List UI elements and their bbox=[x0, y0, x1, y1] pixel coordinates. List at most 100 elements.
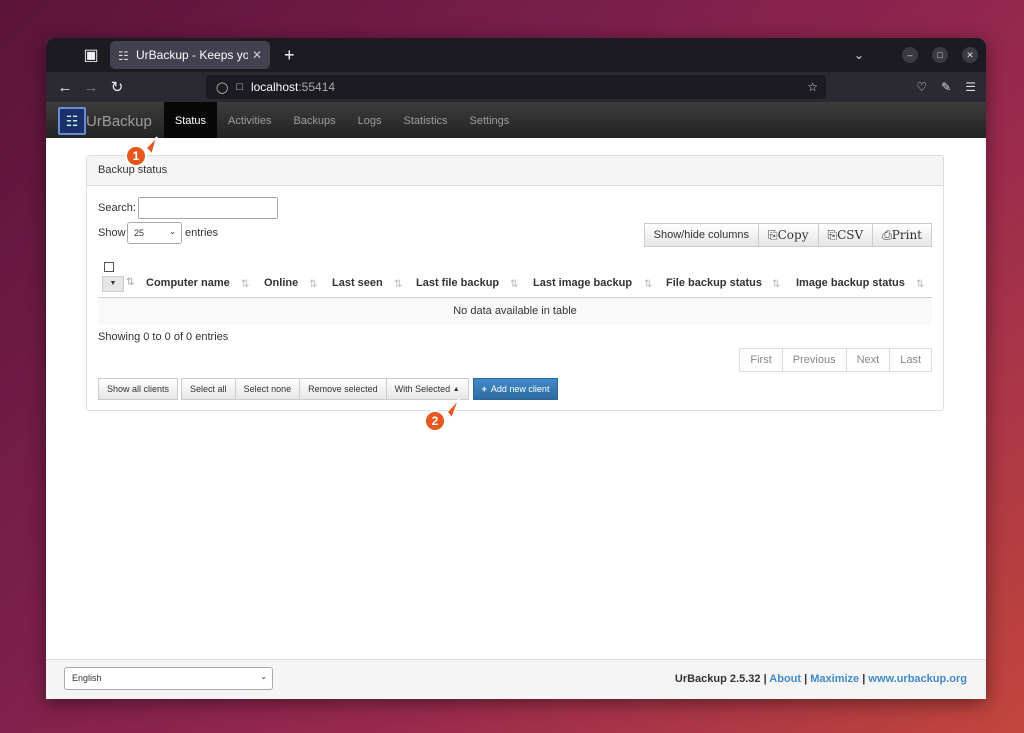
page-content: Backup status Search: Show 25 ⌄ entries … bbox=[46, 138, 986, 659]
maximize-link[interactable]: Maximize bbox=[810, 673, 859, 685]
add-client-label: Add new client bbox=[490, 384, 550, 394]
entries-label: entries bbox=[185, 227, 219, 239]
page-first-button[interactable]: First bbox=[739, 348, 783, 372]
footer: English ⌄ UrBackup 2.5.32 | About | Maxi… bbox=[46, 659, 986, 699]
print-button[interactable]: ⎙ Print bbox=[872, 223, 932, 247]
callout-marker-2: 2 bbox=[424, 410, 446, 432]
select-all-checkbox[interactable] bbox=[104, 262, 114, 272]
url-port: :55414 bbox=[298, 80, 336, 94]
nav-settings[interactable]: Settings bbox=[459, 102, 521, 140]
copy-button[interactable]: ⎘ Copy bbox=[758, 223, 819, 247]
database-icon: ☷ bbox=[118, 49, 129, 63]
plus-icon: + bbox=[481, 384, 487, 394]
csv-button[interactable]: ⎘ CSV bbox=[817, 223, 874, 247]
tab-list-icon[interactable]: ▣ bbox=[76, 40, 106, 70]
shield-icon: ◯ bbox=[216, 81, 229, 94]
tab-bar: ▣ ☷ UrBackup - Keeps your d ✕ + ⌄ – □ ✕ bbox=[46, 38, 986, 72]
select-all-button[interactable]: Select all bbox=[181, 378, 236, 400]
menu-icon[interactable]: ☰ bbox=[965, 80, 976, 94]
show-hide-columns-button[interactable]: Show/hide columns bbox=[643, 223, 760, 247]
printer-icon: ⎙ bbox=[882, 227, 892, 242]
browser-tab[interactable]: ☷ UrBackup - Keeps your d ✕ bbox=[110, 41, 270, 69]
table-info: Showing 0 to 0 of 0 entries bbox=[98, 331, 229, 343]
page-icon: □ bbox=[236, 81, 243, 93]
with-selected-label: With Selected bbox=[394, 384, 451, 394]
minimize-icon[interactable]: – bbox=[902, 47, 918, 63]
sort-icon[interactable]: ⇅ bbox=[241, 279, 249, 290]
show-label: Show bbox=[98, 227, 126, 239]
copy-icon: ⎘ bbox=[768, 227, 778, 242]
col-last-image-backup[interactable]: Last image backup bbox=[533, 277, 632, 289]
sort-icon[interactable]: ⇅ bbox=[916, 279, 924, 290]
brand[interactable]: ☷ UrBackup bbox=[46, 102, 164, 140]
sort-icon[interactable]: ⇅ bbox=[644, 279, 652, 290]
reload-icon[interactable]: ↻ bbox=[104, 78, 130, 96]
remove-selected-button[interactable]: Remove selected bbox=[299, 378, 387, 400]
caret-down-icon[interactable]: ▼ bbox=[102, 276, 124, 292]
brand-name: UrBackup bbox=[86, 112, 152, 130]
language-select[interactable]: English ⌄ bbox=[64, 667, 273, 690]
sort-icon[interactable]: ⇅ bbox=[510, 279, 518, 290]
nav-backups[interactable]: Backups bbox=[282, 102, 346, 140]
about-link[interactable]: About bbox=[769, 673, 801, 685]
backup-status-panel: Backup status Search: Show 25 ⌄ entries … bbox=[86, 155, 944, 411]
col-computer-name[interactable]: Computer name bbox=[146, 277, 230, 289]
show-all-clients-button[interactable]: Show all clients bbox=[98, 378, 179, 400]
chevron-down-icon[interactable]: ⌄ bbox=[854, 48, 864, 62]
back-icon[interactable]: ← bbox=[52, 79, 78, 96]
page-last-button[interactable]: Last bbox=[889, 348, 932, 372]
forward-icon[interactable]: → bbox=[78, 79, 104, 96]
nav-statistics[interactable]: Statistics bbox=[393, 102, 459, 140]
with-selected-button[interactable]: With Selected ▲ bbox=[385, 378, 469, 400]
tab-close-icon[interactable]: ✕ bbox=[252, 48, 262, 62]
pocket-icon[interactable]: ♡ bbox=[916, 80, 927, 94]
client-actions: Show all clients Select all Select none … bbox=[98, 378, 559, 400]
caret-up-icon: ▲ bbox=[452, 385, 460, 393]
sort-icon[interactable]: ⇅ bbox=[126, 277, 134, 288]
select-none-button[interactable]: Select none bbox=[234, 378, 301, 400]
app-navbar: ☷ UrBackup Status Activities Backups Log… bbox=[46, 102, 986, 140]
entries-select[interactable]: 25 ⌄ bbox=[127, 222, 182, 244]
separator: | bbox=[862, 673, 866, 685]
entries-value: 25 bbox=[134, 228, 145, 238]
col-image-backup-status[interactable]: Image backup status bbox=[796, 277, 905, 289]
maximize-icon[interactable]: □ bbox=[932, 47, 948, 63]
url-host: localhost bbox=[250, 80, 299, 94]
website-link[interactable]: www.urbackup.org bbox=[868, 673, 967, 685]
extensions-icon[interactable]: ✎ bbox=[941, 80, 951, 94]
language-value: English bbox=[72, 673, 102, 683]
browser-window: ▣ ☷ UrBackup - Keeps your d ✕ + ⌄ – □ ✕ … bbox=[46, 38, 986, 699]
new-tab-icon[interactable]: + bbox=[284, 45, 295, 66]
separator: | bbox=[763, 673, 767, 685]
add-new-client-button[interactable]: + Add new client bbox=[472, 378, 559, 400]
sort-icon[interactable]: ⇅ bbox=[394, 279, 402, 290]
table-header: ▼ ⇅ Computer name ⇅ Online ⇅ Last seen ⇅… bbox=[98, 262, 932, 298]
nav-logs[interactable]: Logs bbox=[347, 102, 393, 140]
col-last-file-backup[interactable]: Last file backup bbox=[416, 277, 499, 289]
nav-activities[interactable]: Activities bbox=[217, 102, 282, 140]
sort-icon[interactable]: ⇅ bbox=[772, 279, 780, 290]
callout-marker-1: 1 bbox=[125, 145, 147, 167]
page-next-button[interactable]: Next bbox=[845, 348, 891, 372]
col-file-backup-status[interactable]: File backup status bbox=[666, 277, 762, 289]
footer-links: UrBackup 2.5.32 | About | Maximize | www… bbox=[675, 673, 967, 685]
url-bar[interactable]: ◯ □ localhost:55414 ☆ bbox=[206, 75, 826, 99]
chevron-down-icon: ⌄ bbox=[169, 227, 176, 236]
col-last-seen[interactable]: Last seen bbox=[332, 277, 383, 289]
copy-label: Copy bbox=[777, 228, 809, 242]
search-input[interactable] bbox=[138, 197, 278, 219]
csv-label: CSV bbox=[837, 228, 864, 242]
close-window-icon[interactable]: ✕ bbox=[962, 47, 978, 63]
pagination: First Previous Next Last bbox=[739, 348, 932, 372]
page-previous-button[interactable]: Previous bbox=[781, 348, 847, 372]
col-online[interactable]: Online bbox=[264, 277, 298, 289]
version-text: UrBackup 2.5.32 bbox=[674, 673, 761, 685]
empty-table-message: No data available in table bbox=[98, 298, 932, 325]
sort-icon[interactable]: ⇅ bbox=[309, 279, 317, 290]
search-label: Search: bbox=[98, 202, 136, 214]
print-label: Print bbox=[891, 228, 922, 242]
bookmark-star-icon[interactable]: ☆ bbox=[807, 80, 818, 94]
nav-status[interactable]: Status bbox=[163, 102, 218, 140]
urbackup-logo-icon: ☷ bbox=[58, 107, 86, 135]
chevron-down-icon: ⌄ bbox=[260, 672, 267, 681]
